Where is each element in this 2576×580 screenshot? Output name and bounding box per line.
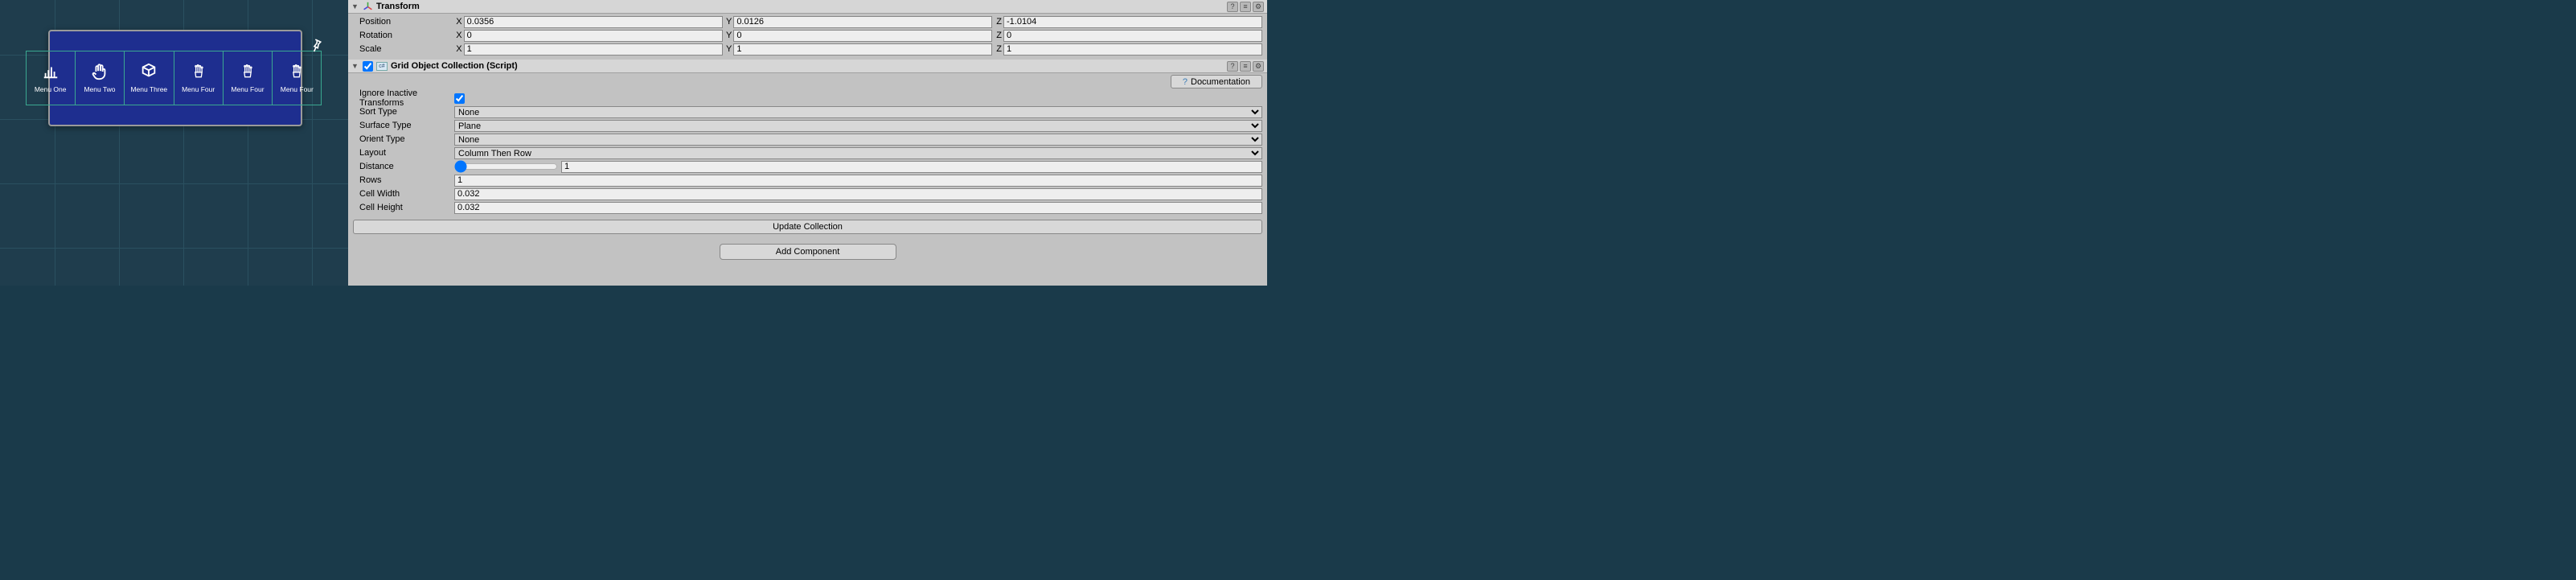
- rotation-label: Rotation: [359, 31, 454, 40]
- foldout-icon[interactable]: ▼: [351, 62, 359, 70]
- component-preset-button[interactable]: ≡: [1240, 2, 1251, 12]
- axis-x-label: X: [454, 17, 462, 27]
- grid-collection-title: Grid Object Collection (Script): [391, 61, 1224, 71]
- cell-width-field[interactable]: [454, 188, 1262, 200]
- surface-type-label: Surface Type: [359, 121, 454, 130]
- script-icon: c#: [376, 62, 388, 71]
- menu-item-two[interactable]: Menu Two: [75, 51, 124, 105]
- orient-type-label: Orient Type: [359, 134, 454, 144]
- rotation-z-field[interactable]: [1003, 30, 1262, 42]
- layout-label: Layout: [359, 148, 454, 158]
- menu-label: Menu Two: [84, 85, 115, 93]
- cell-height-field[interactable]: [454, 202, 1262, 214]
- position-x-field[interactable]: [464, 16, 723, 28]
- position-y-field[interactable]: [733, 16, 992, 28]
- scale-x-field[interactable]: [464, 43, 723, 56]
- rows-label: Rows: [359, 175, 454, 185]
- component-menu-button[interactable]: ⚙: [1253, 2, 1264, 12]
- scale-z-field[interactable]: [1003, 43, 1262, 56]
- transform-gizmo-icon: [363, 2, 373, 12]
- hand-skeleton-icon: [190, 63, 207, 80]
- scale-y-field[interactable]: [733, 43, 992, 56]
- cell-height-label: Cell Height: [359, 203, 454, 212]
- documentation-button[interactable]: ?Documentation: [1171, 75, 1262, 88]
- menu-row: Menu One Menu Two Menu Three Menu Four M…: [26, 51, 322, 105]
- help-icon: ?: [1183, 77, 1188, 87]
- menu-item-four-a[interactable]: Menu Four: [174, 51, 223, 105]
- hand-skeleton-icon: [239, 63, 256, 80]
- ignore-inactive-checkbox[interactable]: [454, 93, 465, 104]
- distance-slider[interactable]: [454, 161, 558, 172]
- cube-icon: [140, 63, 158, 80]
- component-preset-button[interactable]: ≡: [1240, 61, 1251, 72]
- menu-item-three[interactable]: Menu Three: [125, 51, 174, 105]
- position-z-field[interactable]: [1003, 16, 1262, 28]
- menu-label: Menu Four: [182, 85, 215, 93]
- surface-type-select[interactable]: Plane: [454, 120, 1262, 132]
- add-component-button[interactable]: Add Component: [720, 244, 896, 260]
- grid-collection-header[interactable]: ▼ c# Grid Object Collection (Script) ? ≡…: [348, 60, 1267, 73]
- transform-header[interactable]: ▼ Transform ? ≡ ⚙: [348, 0, 1267, 14]
- foldout-icon[interactable]: ▼: [351, 2, 359, 10]
- hand-skeleton-icon: [288, 63, 306, 80]
- bar-chart-icon: [42, 63, 59, 80]
- distance-label: Distance: [359, 162, 454, 171]
- rows-field[interactable]: [454, 175, 1262, 187]
- menu-label: Menu Four: [281, 85, 314, 93]
- axis-y-label: Y: [724, 17, 732, 27]
- component-help-button[interactable]: ?: [1227, 61, 1238, 72]
- rotation-y-field[interactable]: [733, 30, 992, 42]
- menu-item-four-b[interactable]: Menu Four: [223, 51, 272, 105]
- sort-type-label: Sort Type: [359, 107, 454, 117]
- hand-icon: [91, 63, 109, 80]
- component-menu-button[interactable]: ⚙: [1253, 61, 1264, 72]
- orient-type-select[interactable]: None: [454, 134, 1262, 146]
- menu-label: Menu Three: [130, 85, 167, 93]
- menu-label: Menu Four: [231, 85, 264, 93]
- menu-label: Menu One: [35, 85, 67, 93]
- scale-label: Scale: [359, 44, 454, 54]
- position-label: Position: [359, 17, 454, 27]
- layout-select[interactable]: Column Then Row: [454, 147, 1262, 159]
- transform-body: Position X Y Z Rotation X Y Z Scale X Y …: [348, 14, 1267, 60]
- rotation-x-field[interactable]: [464, 30, 723, 42]
- transform-title: Transform: [376, 2, 1224, 11]
- update-collection-button[interactable]: Update Collection: [353, 220, 1262, 234]
- menu-item-four-c[interactable]: Menu Four: [273, 51, 322, 105]
- axis-z-label: Z: [994, 17, 1002, 27]
- sort-type-select[interactable]: None: [454, 106, 1262, 118]
- cell-width-label: Cell Width: [359, 189, 454, 199]
- component-help-button[interactable]: ?: [1227, 2, 1238, 12]
- ignore-inactive-label: Ignore Inactive Transforms: [359, 88, 454, 108]
- component-enable-checkbox[interactable]: [363, 61, 373, 72]
- pin-icon[interactable]: [308, 37, 324, 53]
- scene-viewport[interactable]: Menu One Menu Two Menu Three Menu Four M…: [0, 0, 348, 286]
- distance-field[interactable]: [561, 161, 1262, 173]
- inspector-panel: ▼ Transform ? ≡ ⚙ Position X Y Z Rotatio…: [348, 0, 1267, 286]
- menu-item-one[interactable]: Menu One: [26, 51, 75, 105]
- grid-collection-body: Ignore Inactive Transforms Sort Type Non…: [348, 90, 1267, 218]
